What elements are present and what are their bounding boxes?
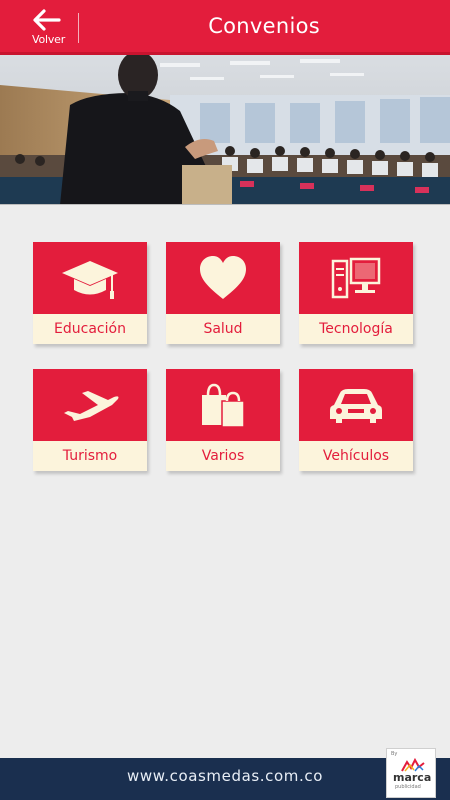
category-salud[interactable]: Salud [166,242,280,344]
category-label: Educación [33,314,147,344]
category-label: Tecnología [299,314,413,344]
page-title: Convenios [208,14,320,38]
banner-image [0,55,450,205]
logo-sub: publicidad [395,784,421,790]
category-tecnologia[interactable]: Tecnología [299,242,413,344]
heart-icon [166,242,280,314]
header-bar: Volver Convenios [0,0,450,55]
car-icon [299,369,413,441]
agency-logo[interactable]: By marca publicidad [386,748,436,798]
category-label: Varios [166,441,280,471]
airplane-icon [33,369,147,441]
logo-word: marca [393,771,432,784]
logo-by-text: By [391,751,398,757]
shopping-bags-icon [166,369,280,441]
category-vehiculos[interactable]: Vehículos [299,369,413,471]
category-educacion[interactable]: Educación [33,242,147,344]
category-varios[interactable]: Varios [166,369,280,471]
footer-bar: www.coasmedas.com.co [0,758,450,800]
graduation-cap-icon [33,242,147,314]
category-turismo[interactable]: Turismo [33,369,147,471]
category-label: Turismo [33,441,147,471]
footer-url[interactable]: www.coasmedas.com.co [0,767,450,785]
computer-icon [299,242,413,314]
category-label: Salud [166,314,280,344]
logo-peaks-icon [401,758,425,772]
category-label: Vehículos [299,441,413,471]
